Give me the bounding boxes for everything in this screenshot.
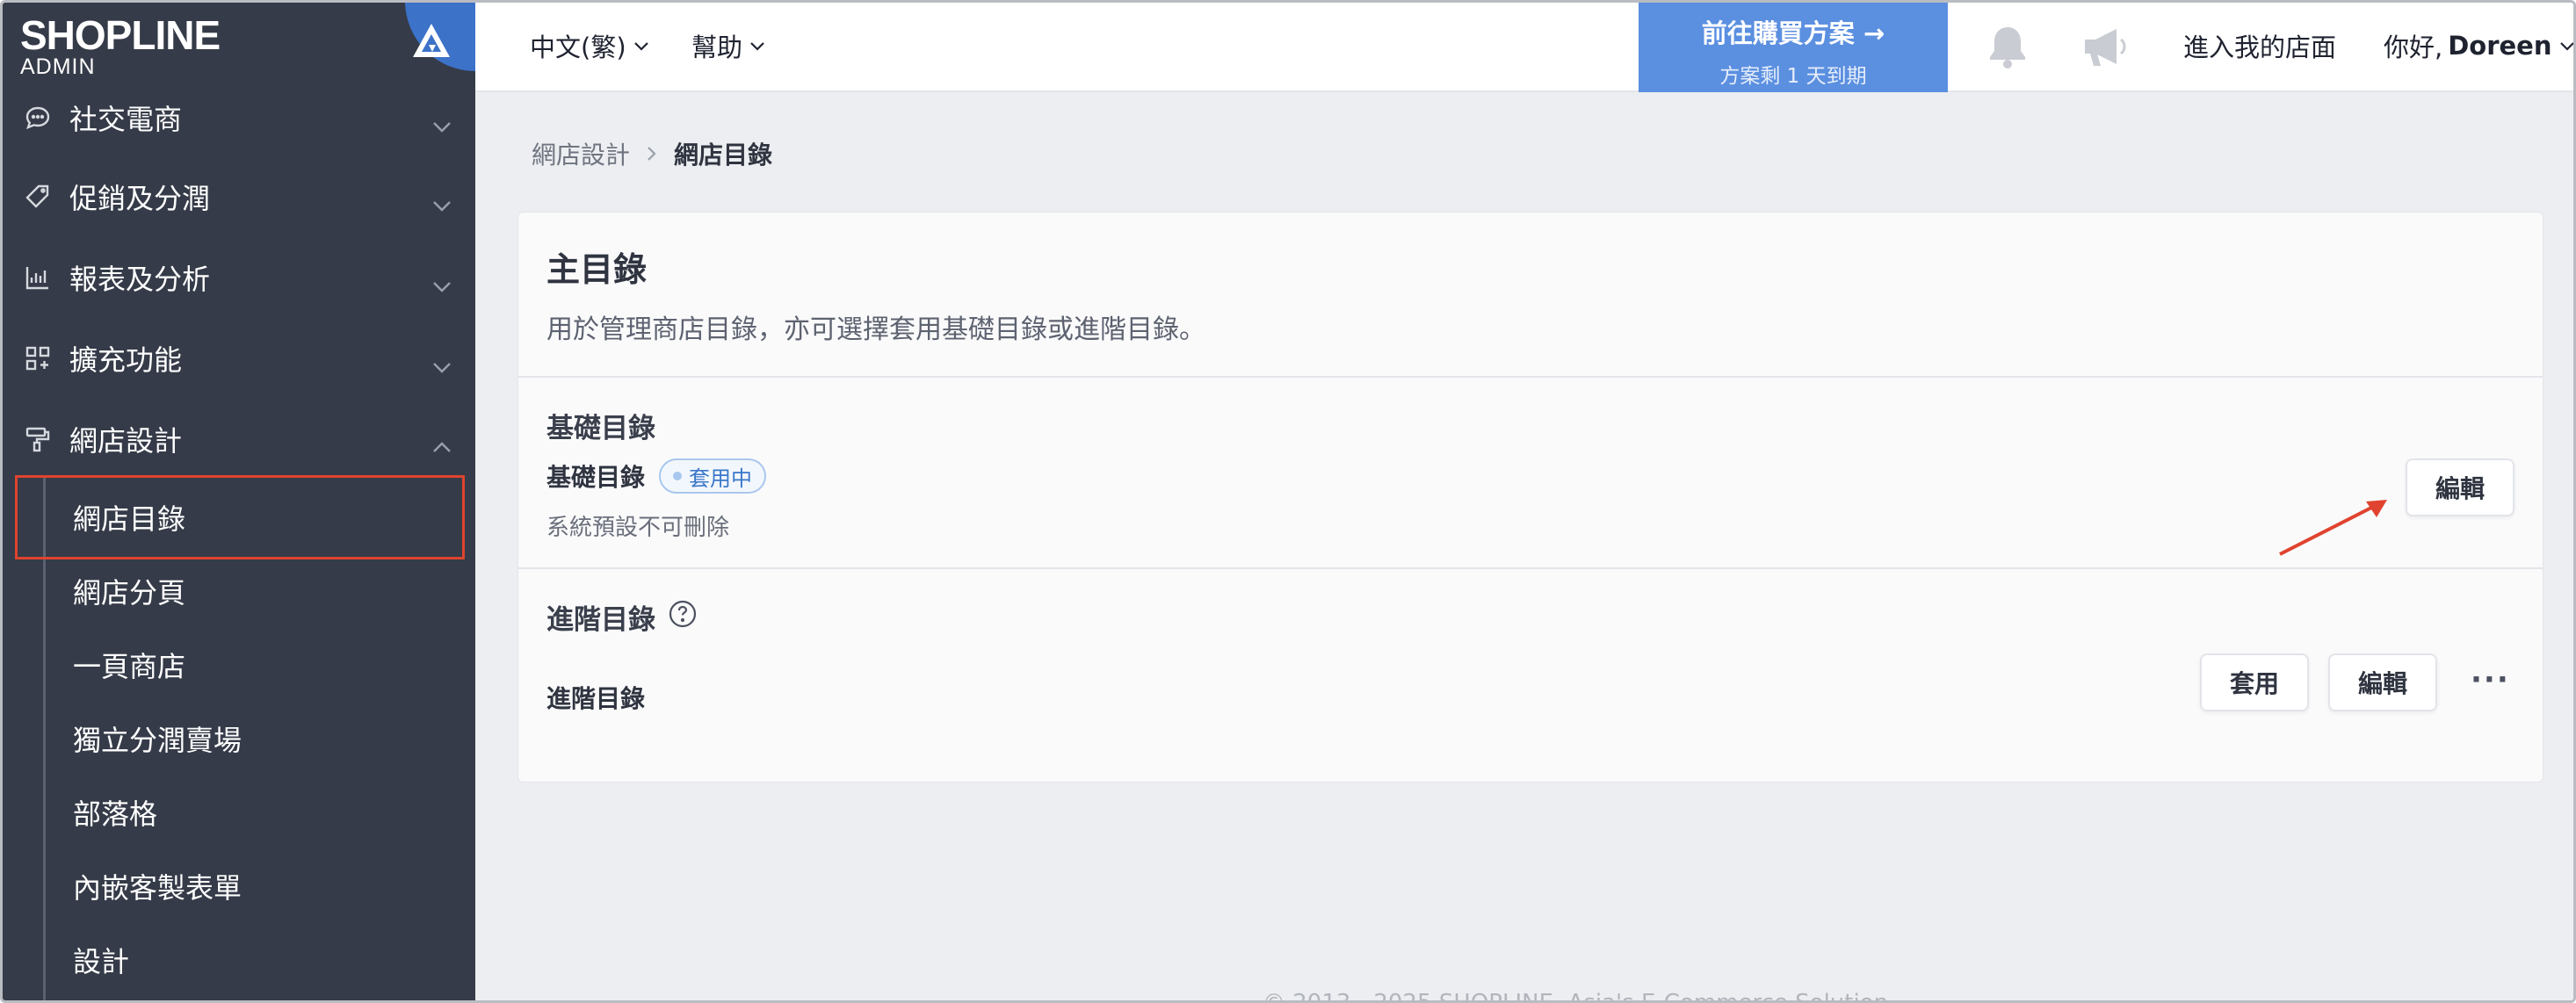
more-options-icon[interactable]: ··· — [2471, 662, 2510, 697]
divider — [518, 376, 2543, 378]
topbar: 中文(繁) 幫助 前往購買方案 → 方案剩 1 天到期 進入我的店面 你好, D… — [475, 3, 2573, 92]
basic-edit-button[interactable]: 編輯 — [2406, 458, 2515, 516]
apps-grid-icon — [22, 343, 54, 374]
sidebar-subitem-affiliate-store[interactable]: 獨立分潤賣場 — [73, 712, 242, 765]
chevron-down-icon — [750, 42, 764, 51]
sidebar-subitem-blog[interactable]: 部落格 — [73, 786, 157, 839]
chevron-down-icon — [2559, 42, 2573, 51]
sidebar-item-label: 促銷及分潤 — [69, 182, 211, 215]
help-circle-icon[interactable] — [668, 599, 698, 636]
advanced-title-label: 進階目錄 — [546, 604, 655, 636]
bell-icon[interactable] — [1986, 24, 2029, 73]
chevron-down-icon — [431, 267, 452, 300]
sidebar-item-reports[interactable]: 報表及分析 — [3, 238, 475, 317]
chat-bubble-icon — [22, 102, 54, 133]
basic-row-label: 基礎目錄 — [546, 463, 646, 492]
breadcrumb-parent[interactable]: 網店設計 — [532, 136, 630, 171]
greeting: 你好, — [2384, 32, 2443, 62]
chevron-down-icon — [431, 348, 452, 381]
advanced-edit-button[interactable]: 編輯 — [2328, 653, 2438, 711]
sidebar-item-extensions[interactable]: 擴充功能 — [3, 319, 475, 398]
advanced-row-label: 進階目錄 — [546, 684, 646, 713]
footer-copyright: © 2013 - 2025 SHOPLINE. Asia's E-Commerc… — [1263, 990, 1889, 1003]
chevron-up-icon — [431, 429, 452, 462]
basic-section-title: 基礎目錄 — [546, 413, 655, 444]
chevron-down-icon — [633, 42, 648, 51]
megaphone-icon[interactable] — [2080, 25, 2129, 73]
chevron-right-icon — [646, 140, 658, 169]
language-selector[interactable]: 中文(繁) — [530, 27, 649, 64]
app-window: SHOPLINE ADMIN 社交電商 促銷及分潤 報表及分析 擴充功能 網店設… — [0, 0, 2576, 1003]
annotation-arrow-icon — [2279, 500, 2387, 556]
breadcrumb: 網店設計 網店目錄 — [532, 136, 772, 171]
divider — [518, 567, 2543, 569]
user-menu[interactable]: 你好, Doreen — [2384, 27, 2573, 64]
paint-roller-icon — [22, 423, 54, 455]
sidebar-item-label: 擴充功能 — [69, 343, 183, 377]
basic-note: 系統預設不可刪除 — [546, 515, 730, 541]
plan-title: 前往購買方案 → — [1701, 18, 1885, 48]
sidebar: SHOPLINE ADMIN 社交電商 促銷及分潤 報表及分析 擴充功能 網店設… — [3, 3, 475, 1000]
chevron-down-icon — [431, 186, 452, 220]
brand-logo[interactable]: SHOPLINE ADMIN — [20, 12, 221, 79]
user-name: Doreen — [2448, 31, 2552, 61]
sidebar-item-promotions[interactable]: 促銷及分潤 — [3, 157, 475, 236]
sidebar-item-label: 社交電商 — [69, 103, 183, 136]
help-label: 幫助 — [691, 32, 743, 62]
shopline-mountain-icon — [411, 22, 452, 62]
brand-sub: ADMIN — [20, 54, 96, 79]
breadcrumb-current: 網店目錄 — [674, 141, 773, 170]
sidebar-subitem-store-pages[interactable]: 網店分頁 — [73, 565, 185, 617]
sidebar-subitem-design[interactable]: 設計 — [73, 934, 129, 986]
sidebar-item-label: 報表及分析 — [69, 263, 211, 296]
buy-plan-button[interactable]: 前往購買方案 → 方案剩 1 天到期 — [1639, 3, 1948, 92]
sidebar-item-store-design[interactable]: 網店設計 — [3, 400, 475, 479]
badge-label: 套用中 — [689, 465, 753, 491]
sidebar-subitem-embedded-forms[interactable]: 內嵌客製表單 — [73, 860, 242, 913]
catalog-card: 主目錄 用於管理商店目錄，亦可選擇套用基礎目錄或進階目錄。 基礎目錄 基礎目錄 … — [517, 212, 2543, 783]
sidebar-subitem-store-catalog[interactable]: 網店目錄 — [73, 491, 185, 544]
plan-expiry: 方案剩 1 天到期 — [1719, 65, 1867, 88]
sidebar-subitem-one-page-store[interactable]: 一頁商店 — [73, 639, 185, 691]
language-label: 中文(繁) — [530, 32, 626, 62]
chevron-down-icon — [431, 107, 452, 141]
status-dot — [673, 472, 683, 480]
help-menu[interactable]: 幫助 — [691, 27, 765, 64]
advanced-section-title: 進階目錄 — [546, 597, 698, 637]
advanced-apply-button[interactable]: 套用 — [2200, 653, 2310, 711]
storefront-link[interactable]: 進入我的店面 — [2183, 27, 2336, 64]
status-badge: 套用中 — [659, 458, 767, 494]
chart-icon — [22, 262, 54, 293]
basic-catalog-row: 基礎目錄 套用中 — [546, 458, 767, 494]
sidebar-item-social-commerce[interactable]: 社交電商 — [3, 78, 475, 157]
card-title: 主目錄 — [546, 250, 648, 289]
card-description: 用於管理商店目錄，亦可選擇套用基礎目錄或進階目錄。 — [546, 314, 1205, 345]
tag-icon — [22, 181, 54, 213]
brand-name: SHOPLINE — [20, 12, 221, 58]
main-content: 網店設計 網店目錄 主目錄 用於管理商店目錄，亦可選擇套用基礎目錄或進階目錄。 … — [475, 92, 2573, 1003]
sidebar-item-label: 網店設計 — [69, 424, 183, 458]
